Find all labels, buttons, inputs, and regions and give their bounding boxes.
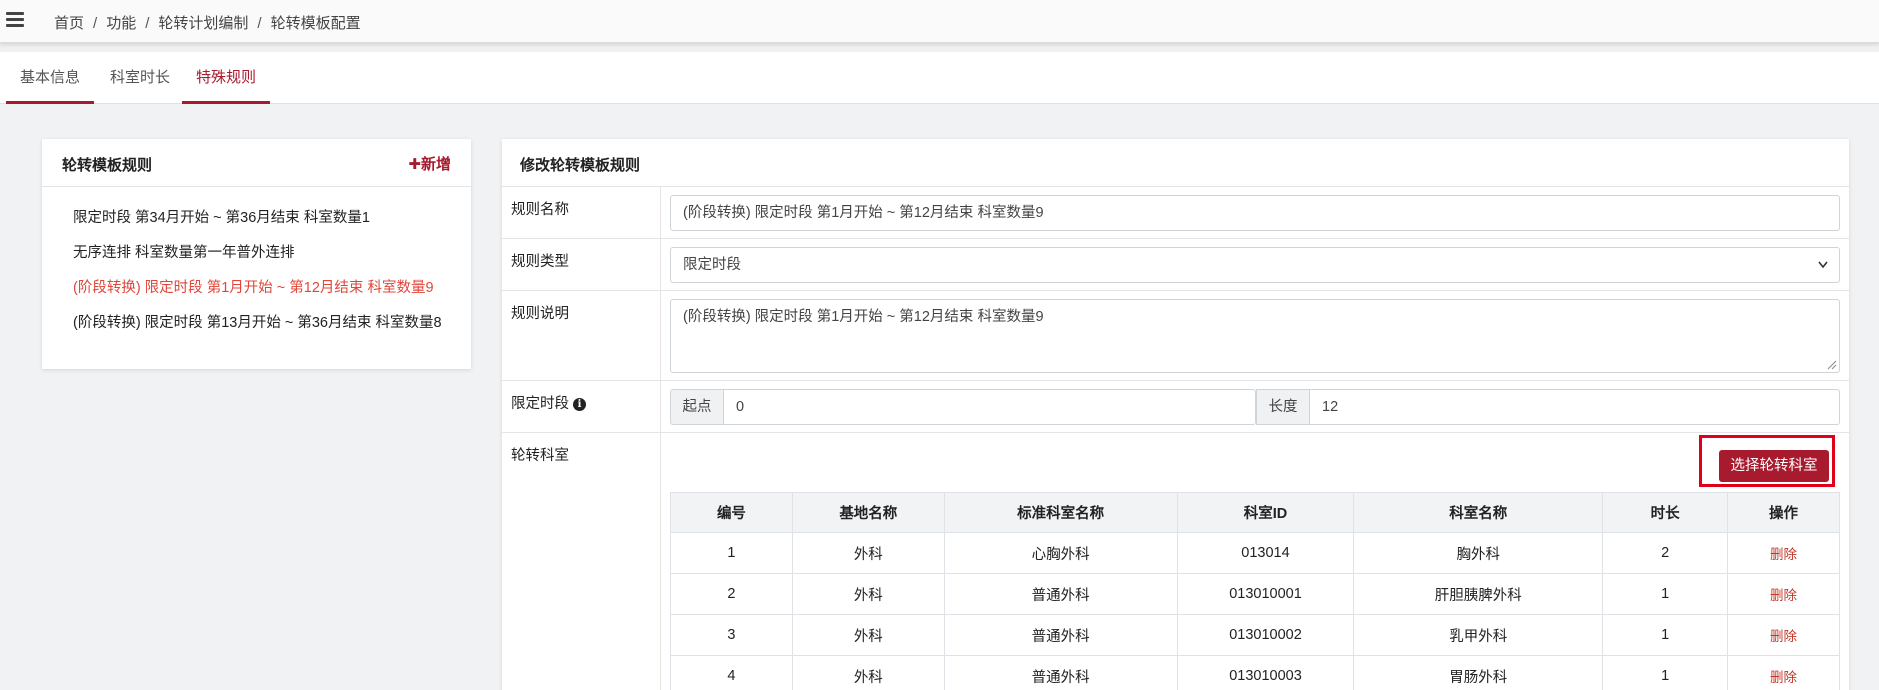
breadcrumb-function[interactable]: 功能: [106, 15, 136, 32]
field-label: 规则类型: [511, 254, 569, 270]
cell-base: 外科: [791, 655, 945, 690]
edit-rule-card: 修改轮转模板规则 规则名称 (阶段转换) 限定时段 第1月开始 ~ 第12月结束…: [502, 139, 1849, 690]
plus-icon: ✚: [408, 156, 421, 173]
tab-dept-duration[interactable]: 科室时长: [100, 52, 180, 104]
top-bar: 首页 / 功能 / 轮转计划编制 / 轮转模板配置: [0, 0, 1879, 43]
main-content: 轮转模板规则 ✚新增 限定时段 第34月开始 ~ 第36月结束 科室数量1 无序…: [0, 105, 1879, 690]
breadcrumb-current: 轮转模板配置: [270, 15, 361, 32]
card-title: 轮转模板规则: [62, 157, 153, 174]
field-label: 规则说明: [511, 306, 569, 322]
cell-duration: 1: [1602, 614, 1729, 656]
rule-list: 限定时段 第34月开始 ~ 第36月结束 科室数量1 无序连排 科室数量第一年普…: [42, 187, 471, 341]
cell-no: 2: [670, 573, 793, 615]
chevron-down-icon: [1817, 248, 1829, 295]
card-header: 修改轮转模板规则: [502, 139, 1849, 187]
col-header: 标准科室名称: [943, 492, 1178, 533]
card-header: 轮转模板规则 ✚新增: [42, 139, 471, 187]
form-row-type: 规则类型 限定时段: [502, 239, 1849, 291]
cell-id: 013010003: [1176, 655, 1355, 690]
form-row-desc: 规则说明 (阶段转换) 限定时段 第1月开始 ~ 第12月结束 科室数量9: [502, 291, 1849, 381]
col-header: 操作: [1727, 492, 1840, 533]
cell-std: 普通外科: [943, 614, 1178, 656]
cell-std: 心胸外科: [943, 532, 1178, 574]
field-label: 限定时段 i: [511, 392, 586, 413]
col-header: 编号: [670, 492, 793, 533]
cell-no: 3: [670, 614, 793, 656]
cell-base: 外科: [791, 532, 945, 574]
cell-name: 胃肠外科: [1353, 655, 1604, 690]
start-addon: 起点: [670, 389, 724, 425]
col-header: 科室名称: [1353, 492, 1604, 533]
col-header: 科室ID: [1176, 492, 1355, 533]
rule-name-input[interactable]: (阶段转换) 限定时段 第1月开始 ~ 第12月结束 科室数量9: [670, 195, 1840, 231]
table-row: 3 外科 普通外科 013010002 乳甲外科 1 删除: [670, 614, 1840, 656]
breadcrumb-home[interactable]: 首页: [54, 15, 84, 32]
template-rules-card: 轮转模板规则 ✚新增 限定时段 第34月开始 ~ 第36月结束 科室数量1 无序…: [42, 139, 471, 369]
card-title: 修改轮转模板规则: [520, 157, 641, 174]
length-input[interactable]: 12: [1310, 389, 1840, 425]
table-row: 1 外科 心胸外科 013014 胸外科 2 删除: [670, 532, 1840, 574]
cell-name: 肝胆胰脾外科: [1353, 573, 1604, 615]
highlight-box: 选择轮转科室: [1699, 435, 1835, 487]
col-header: 基地名称: [791, 492, 945, 533]
cell-no: 4: [670, 655, 793, 690]
delete-link[interactable]: 删除: [1727, 614, 1840, 656]
resize-grip-icon[interactable]: [1827, 360, 1837, 370]
table-row: 2 外科 普通外科 013010001 肝胆胰脾外科 1 删除: [670, 573, 1840, 615]
delete-link[interactable]: 删除: [1727, 532, 1840, 574]
table-row: 4 外科 普通外科 013010003 胃肠外科 1 删除: [670, 655, 1840, 690]
tab-special-rules[interactable]: 特殊规则: [182, 52, 270, 104]
tab-bar: 基本信息 科室时长 特殊规则: [0, 52, 1879, 104]
add-rule-button[interactable]: ✚新增: [408, 153, 451, 174]
field-label: 轮转科室: [511, 448, 569, 464]
start-input[interactable]: 0: [724, 389, 1256, 425]
menu-icon[interactable]: [6, 12, 24, 28]
select-dept-button[interactable]: 选择轮转科室: [1719, 450, 1829, 482]
delete-link[interactable]: 删除: [1727, 655, 1840, 690]
form-row-depts: 轮转科室 选择轮转科室 编号 基地名称 标准科室名称 科室ID 科室名称 时长 …: [502, 433, 1849, 690]
cell-no: 1: [670, 532, 793, 574]
length-addon: 长度: [1256, 389, 1310, 425]
cell-duration: 1: [1602, 655, 1729, 690]
dept-table: 编号 基地名称 标准科室名称 科室ID 科室名称 时长 操作 1 外科 心胸外科…: [670, 492, 1840, 690]
form-row-name: 规则名称 (阶段转换) 限定时段 第1月开始 ~ 第12月结束 科室数量9: [502, 187, 1849, 239]
cell-std: 普通外科: [943, 655, 1178, 690]
delete-link[interactable]: 删除: [1727, 573, 1840, 615]
rule-form: 规则名称 (阶段转换) 限定时段 第1月开始 ~ 第12月结束 科室数量9 规则…: [502, 187, 1849, 690]
breadcrumb: 首页 / 功能 / 轮转计划编制 / 轮转模板配置: [54, 15, 361, 32]
cell-base: 外科: [791, 573, 945, 615]
cell-name: 乳甲外科: [1353, 614, 1604, 656]
info-icon[interactable]: i: [573, 398, 586, 411]
rule-item-active[interactable]: (阶段转换) 限定时段 第1月开始 ~ 第12月结束 科室数量9: [42, 271, 471, 306]
rule-type-select[interactable]: 限定时段: [670, 247, 1840, 283]
cell-id: 013014: [1176, 532, 1355, 574]
cell-std: 普通外科: [943, 573, 1178, 615]
rule-item[interactable]: (阶段转换) 限定时段 第13月开始 ~ 第36月结束 科室数量8: [42, 306, 471, 341]
cell-base: 外科: [791, 614, 945, 656]
breadcrumb-plan[interactable]: 轮转计划编制: [158, 15, 248, 32]
table-header-row: 编号 基地名称 标准科室名称 科室ID 科室名称 时长 操作: [670, 492, 1840, 533]
cell-id: 013010001: [1176, 573, 1355, 615]
cell-duration: 2: [1602, 532, 1729, 574]
cell-id: 013010002: [1176, 614, 1355, 656]
field-label: 规则名称: [511, 202, 569, 218]
rule-item[interactable]: 限定时段 第34月开始 ~ 第36月结束 科室数量1: [42, 201, 471, 236]
rule-desc-textarea[interactable]: (阶段转换) 限定时段 第1月开始 ~ 第12月结束 科室数量9: [670, 299, 1840, 373]
cell-name: 胸外科: [1353, 532, 1604, 574]
rule-item[interactable]: 无序连排 科室数量第一年普外连排: [42, 236, 471, 271]
form-row-period: 限定时段 i 起点 0 长度 12: [502, 381, 1849, 433]
cell-duration: 1: [1602, 573, 1729, 615]
tab-basic-info[interactable]: 基本信息: [6, 52, 94, 104]
col-header: 时长: [1602, 492, 1729, 533]
